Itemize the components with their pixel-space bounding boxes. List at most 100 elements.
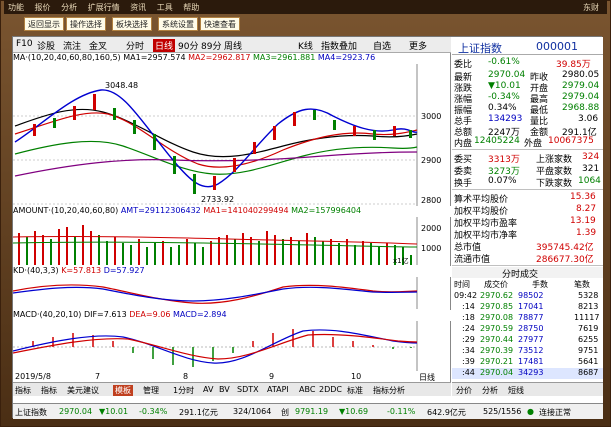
stat-label: 流通市值 [454, 255, 491, 265]
stat-row: 加权平均市净率 1.39 [452, 228, 603, 241]
tab-av[interactable]: AV [203, 385, 213, 394]
tab-atapi[interactable]: ATAPI [267, 385, 289, 394]
trade-count: 5641 [578, 357, 599, 366]
tab-indicator-1[interactable]: 指标 [15, 385, 31, 396]
flow-button[interactable]: 流注 [63, 39, 81, 52]
watchlist-button[interactable]: 自选 [373, 39, 391, 52]
menu-item-news[interactable]: 资讯 [126, 0, 150, 15]
macd-chart [13, 321, 418, 371]
amount-unit: x1亿 [393, 256, 409, 265]
tab-90min[interactable]: 90分 [178, 39, 198, 52]
ma1-value: MA1=2957.574 [123, 53, 186, 62]
trade-time: :34 [462, 346, 475, 355]
price-tick-3000: 3000 [421, 112, 441, 121]
trade-volume: 78877 [518, 313, 544, 322]
diagnose-button[interactable]: 诊股 [37, 39, 55, 52]
updown-row: 委卖 3273万 平盘家数 321 [452, 164, 603, 177]
sector-select-button[interactable]: 板块选择 [112, 17, 152, 31]
menu-item-help[interactable]: 帮助 [179, 0, 203, 15]
system-settings-button[interactable]: 系统设置 [158, 17, 198, 31]
amount-tick-2000: 2000 [421, 224, 441, 233]
tab-1min[interactable]: 1分时 [173, 385, 194, 396]
back-button[interactable]: 返回显示 [24, 17, 64, 31]
kd-legend-label: KD·(40,3,3) [13, 266, 59, 275]
quote-value: 12405224 [474, 136, 520, 146]
col-price: 成交价 [484, 280, 508, 289]
connection-icon: ● [527, 407, 534, 416]
golden-cross-button[interactable]: 金叉 [89, 39, 107, 52]
operation-select-button[interactable]: 操作选择 [66, 17, 106, 31]
menu-item-quote[interactable]: 报价 [31, 0, 55, 15]
tab-bv[interactable]: BV [219, 385, 230, 394]
tab-indicator-2[interactable]: 指标 [41, 385, 57, 396]
more-button[interactable]: 更多 [409, 39, 427, 52]
trade-price: 2970.62 [480, 291, 514, 300]
kd-legend: KD·(40,3,3) K=57.813 D=57.927 [13, 266, 451, 277]
status-price: 2970.04 [59, 407, 93, 416]
tab-usd-advice[interactable]: 美元建议 [67, 385, 99, 396]
menu-item-extended[interactable]: 扩展行情 [84, 0, 124, 15]
tab-price-distribution[interactable]: 分价 [456, 385, 472, 396]
trade-count: 5328 [578, 291, 599, 300]
stat-row: 流通市值 286677.30亿 [452, 252, 603, 265]
menu-item-analysis[interactable]: 分析 [57, 0, 81, 15]
menu-item-function[interactable]: 功能 [4, 0, 28, 15]
quote-row: 最新 2970.04 昨收 2980.05 [452, 70, 603, 83]
kline-button[interactable]: K线 [298, 39, 313, 52]
updown-value: 0.07% [488, 176, 517, 186]
divider [452, 265, 603, 266]
quote-value: -0.61% [488, 57, 520, 67]
tab-daily[interactable]: 日线 [153, 39, 176, 52]
trade-time: :18 [462, 313, 475, 322]
quick-view-button[interactable]: 快速查看 [200, 17, 240, 31]
quote-label: 外盘 [524, 139, 543, 149]
quote-panel: 上证指数 000001 委比 -0.61% 39.85万 最新 2970.04 … [452, 37, 603, 419]
tab-template[interactable]: 模板 [113, 385, 133, 396]
tab-intraday[interactable]: 分时 [126, 39, 144, 52]
date-start: 2019/5/8 [15, 372, 51, 381]
price-tick-2800: 2800 [421, 196, 441, 205]
tab-weekly[interactable]: 周线 [224, 39, 242, 52]
quote-label: 内盘 [454, 139, 473, 149]
trade-volume: 27977 [518, 335, 544, 344]
tab-short-term[interactable]: 短线 [508, 385, 524, 396]
price-tick-2900: 2900 [421, 156, 441, 165]
ma-legend-label: MA·(10,20,40,60,80,160,5) [13, 53, 121, 62]
tab-2ddc[interactable]: 2DDC [319, 385, 342, 394]
trade-volume: 34293 [518, 368, 544, 377]
amount-chart: 2000 1000 x1亿 [13, 217, 441, 265]
tab-abc[interactable]: ABC [299, 385, 315, 394]
macd-legend-label: MACD·(40,20,10) [13, 310, 82, 319]
index-code: 000001 [536, 40, 578, 53]
index-title: 上证指数 000001 [452, 37, 603, 55]
updown-label: 下跌家数 [536, 179, 573, 189]
tab-89min[interactable]: 89分 [201, 39, 221, 52]
quote-value: ▼10.01 [488, 81, 521, 91]
status-amount2: 642.9亿元 [427, 408, 466, 417]
status-index2-name[interactable]: 创 [281, 407, 289, 418]
index-overlay-button[interactable]: 指数叠加 [321, 39, 357, 52]
status-index-name[interactable]: 上证指数 [15, 407, 47, 418]
macd-bars [32, 329, 412, 367]
ma2-value: MA2=2962.817 [188, 53, 251, 62]
trade-price: 2970.44 [480, 335, 514, 344]
trade-volume: 28750 [518, 324, 544, 333]
status-change: ▼10.01 [99, 407, 129, 416]
tab-standard[interactable]: 标准 [347, 385, 363, 396]
stat-value: 286677.30亿 [536, 255, 594, 265]
tab-sdtx[interactable]: SDTX [237, 385, 259, 394]
tab-indicator-analysis[interactable]: 指标分析 [373, 385, 405, 396]
updown-label: 换手 [454, 179, 473, 189]
stat-value: 15.36 [570, 192, 596, 202]
status-index2: 9791.19 [295, 407, 329, 416]
tab-analysis[interactable]: 分析 [482, 385, 498, 396]
f10-button[interactable]: F10 [16, 39, 33, 49]
quote-row: 总手 134293 量比 3.06 [452, 114, 603, 127]
menu-item-tools[interactable]: 工具 [153, 0, 177, 15]
tab-manage[interactable]: 管理 [143, 385, 159, 396]
price-chart: 3000 2900 2800 3048.48 2733.92 [13, 64, 441, 206]
quote-row: 涨跌 ▼10.01 开盘 2979.04 [452, 81, 603, 94]
trade-price: 2970.39 [480, 346, 514, 355]
date-month-8: 8 [183, 372, 189, 381]
trade-row: :34 2970.39 73512 9751 [452, 346, 603, 357]
